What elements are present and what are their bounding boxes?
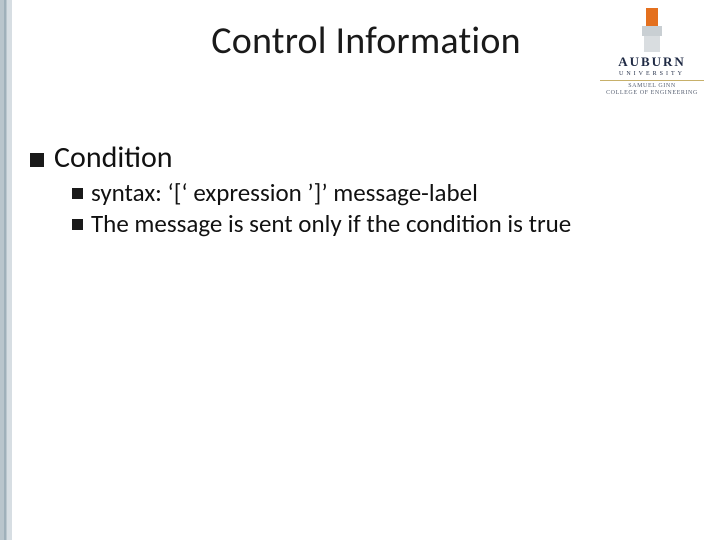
logo-college-line2: COLLEGE OF ENGINEERING bbox=[598, 90, 706, 97]
bullet-level2-text: syntax: ‘[‘ expression ’]’ message-label bbox=[91, 178, 478, 209]
auburn-logo: AUBURN UNIVERSITY SAMUEL GINN COLLEGE OF… bbox=[598, 8, 706, 97]
logo-college-line1: SAMUEL GINN bbox=[598, 83, 706, 90]
square-bullet-icon bbox=[30, 153, 44, 167]
bullet-level2-group: syntax: ‘[‘ expression ’]’ message-label… bbox=[72, 178, 680, 239]
tower-icon bbox=[642, 8, 662, 52]
logo-wordmark: AUBURN bbox=[598, 54, 706, 70]
square-bullet-icon bbox=[72, 188, 83, 199]
slide-body: Control Information AUBURN UNIVERSITY SA… bbox=[12, 0, 720, 540]
logo-divider bbox=[600, 80, 704, 81]
bullet-level2: The message is sent only if the conditio… bbox=[72, 209, 680, 240]
bullet-level2: syntax: ‘[‘ expression ’]’ message-label bbox=[72, 178, 680, 209]
left-decorative-stripe bbox=[0, 0, 12, 540]
bullet-level1: Condition bbox=[30, 140, 680, 176]
bullet-level1-text: Condition bbox=[54, 140, 173, 176]
bullet-level2-text: The message is sent only if the conditio… bbox=[91, 209, 571, 240]
square-bullet-icon bbox=[72, 219, 83, 230]
logo-university-label: UNIVERSITY bbox=[598, 71, 706, 77]
content-area: Condition syntax: ‘[‘ expression ’]’ mes… bbox=[30, 140, 680, 239]
